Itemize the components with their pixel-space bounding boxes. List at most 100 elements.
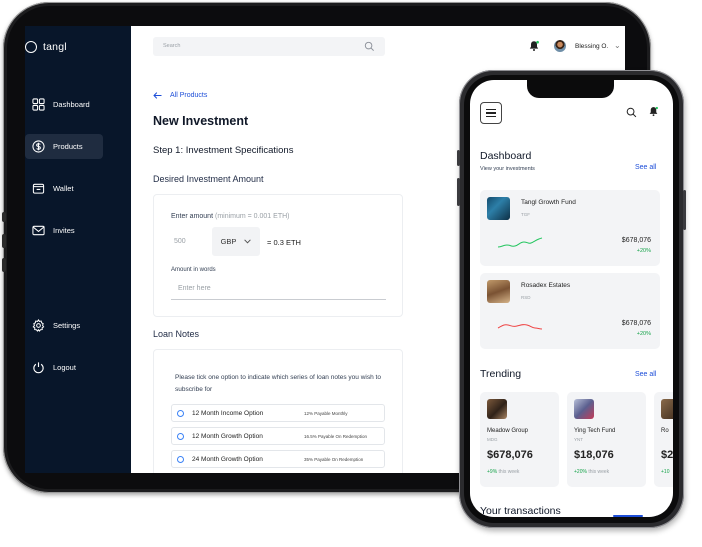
- search-icon[interactable]: [364, 41, 375, 52]
- loan-option[interactable]: 12 Month Income Option 12% Payable Month…: [171, 404, 385, 422]
- tablet-button: [2, 212, 6, 222]
- avatar[interactable]: [554, 40, 566, 52]
- section-title-amount: Desired Investment Amount: [153, 174, 264, 184]
- trending-card[interactable]: Ying Tech Fund YNT $18,076 +20% this wee…: [567, 392, 646, 487]
- fund-change: +20%: [636, 331, 651, 337]
- sidebar-item-label: Logout: [53, 363, 76, 372]
- see-all-link[interactable]: See all: [635, 164, 656, 171]
- logo-ring-icon: [25, 41, 37, 53]
- option-name: 12 Month Growth Option: [192, 432, 263, 440]
- trending-period: this week: [498, 469, 520, 475]
- trending-title: Trending: [480, 368, 522, 380]
- trending-image: [661, 399, 673, 419]
- back-link-label: All Products: [170, 92, 208, 99]
- sparkline-down: [497, 324, 543, 330]
- sidebar-item-logout[interactable]: Logout: [25, 355, 103, 380]
- trending-change-value: +10: [661, 469, 670, 475]
- search-placeholder: Search: [163, 43, 181, 49]
- dollar-circle-icon: [32, 140, 45, 153]
- search-icon[interactable]: [626, 107, 637, 118]
- chevron-down-icon[interactable]: ⌄: [614, 41, 621, 50]
- fund-name: Tangl Growth Fund: [521, 199, 576, 206]
- trending-price: $2: [661, 449, 673, 461]
- trending-card[interactable]: Meadow Group MDG $678,076 +9% this week: [480, 392, 559, 487]
- fund-image: [487, 280, 510, 303]
- power-icon: [33, 362, 44, 374]
- trending-change-value: +20%: [574, 469, 587, 475]
- loan-option[interactable]: 12 Month Growth Option 16.5% Payable On …: [171, 427, 385, 445]
- loan-notes-card: Please tick one option to indicate which…: [153, 349, 403, 473]
- trending-change: +20% this week: [574, 469, 609, 475]
- notification-bell-icon[interactable]: [648, 106, 659, 117]
- sidebar: tangl Dashboard Products Wallet Invites: [25, 26, 131, 473]
- fund-price: $678,076: [621, 320, 651, 327]
- trending-name: Ying Tech Fund: [574, 428, 616, 434]
- home-indicator: [613, 515, 643, 517]
- arrow-left-icon: [153, 92, 162, 99]
- amount-words-input[interactable]: Enter here: [171, 283, 386, 300]
- search-input[interactable]: Search: [153, 37, 385, 56]
- fund-price: $678,076: [621, 237, 651, 244]
- trending-change: +9% this week: [487, 469, 519, 475]
- notification-bell-icon[interactable]: [528, 40, 540, 52]
- mail-icon: [32, 225, 45, 236]
- sidebar-item-label: Settings: [53, 321, 81, 330]
- dashboard-title: Dashboard: [480, 150, 532, 162]
- hamburger-menu-button[interactable]: [480, 102, 502, 124]
- user-name[interactable]: Blessing O.: [575, 43, 608, 50]
- trending-ticker: YNT: [574, 437, 583, 442]
- trending-image: [487, 399, 507, 419]
- trending-card[interactable]: Ro $2 +10: [654, 392, 673, 487]
- currency-select[interactable]: GBP: [212, 227, 260, 256]
- amount-input[interactable]: 500: [174, 238, 186, 245]
- phone-notch: [527, 80, 614, 98]
- top-bar: Search Blessing O. ⌄: [131, 26, 625, 68]
- sidebar-item-wallet[interactable]: Wallet: [25, 176, 103, 201]
- menu-line: [486, 112, 496, 114]
- phone-button: [457, 178, 460, 206]
- page-title: New Investment: [153, 114, 249, 128]
- sidebar-item-label: Wallet: [53, 184, 74, 193]
- trending-change-value: +9%: [487, 469, 498, 475]
- option-rate: 12% Payable Monthly: [304, 410, 348, 416]
- enter-amount-text: Enter amount: [171, 213, 214, 220]
- gear-icon: [32, 319, 45, 332]
- fund-image: [487, 197, 510, 220]
- transactions-title: Your transactions: [480, 505, 561, 517]
- sidebar-item-label: Invites: [53, 226, 75, 235]
- loan-option[interactable]: 24 Month Growth Option 35% Payable On Re…: [171, 450, 385, 468]
- fund-ticker: RSD: [521, 295, 531, 300]
- sidebar-item-products[interactable]: Products: [25, 134, 103, 159]
- dashboard-subtitle: View your investments: [480, 166, 535, 172]
- trending-price: $18,076: [574, 449, 614, 461]
- amount-words-label: Amount in words: [171, 267, 216, 273]
- currency-value: GBP: [220, 237, 237, 246]
- option-rate: 35% Payable On Redemption: [304, 456, 364, 462]
- radio-button[interactable]: [177, 455, 184, 463]
- trending-price: $678,076: [487, 449, 533, 461]
- sidebar-item-dashboard[interactable]: Dashboard: [25, 92, 103, 117]
- fund-ticker: TGF: [521, 212, 530, 217]
- mockup-stage: tangl Dashboard Products Wallet Invites: [0, 0, 702, 547]
- trending-ticker: MDG: [487, 437, 498, 442]
- app-logo[interactable]: tangl: [25, 41, 67, 53]
- trending-change: +10: [661, 469, 669, 475]
- sparkline-up: [497, 237, 543, 248]
- fund-card[interactable]: Tangl Growth Fund TGF $678,076 +20%: [480, 190, 660, 266]
- see-all-link[interactable]: See all: [635, 371, 656, 378]
- amount-card: Enter amount (minimum = 0.001 ETH) 500 G…: [153, 194, 403, 317]
- trending-name: Meadow Group: [487, 428, 529, 434]
- sidebar-item-invites[interactable]: Invites: [25, 218, 103, 243]
- radio-button[interactable]: [177, 432, 184, 440]
- option-name: 12 Month Income Option: [192, 409, 264, 417]
- radio-button[interactable]: [177, 409, 184, 417]
- tablet-button: [2, 258, 6, 272]
- fund-card[interactable]: Rosadex Estates RSD $678,076 +20%: [480, 273, 660, 349]
- trending-image: [574, 399, 594, 419]
- trending-name: Ro: [661, 428, 669, 434]
- option-rate: 16.5% Payable On Redemption: [304, 433, 368, 439]
- phone-device: Dashboard View your investments See all …: [457, 70, 686, 528]
- back-link[interactable]: All Products: [153, 92, 207, 99]
- fund-name: Rosadex Estates: [521, 282, 571, 289]
- sidebar-item-settings[interactable]: Settings: [25, 313, 103, 338]
